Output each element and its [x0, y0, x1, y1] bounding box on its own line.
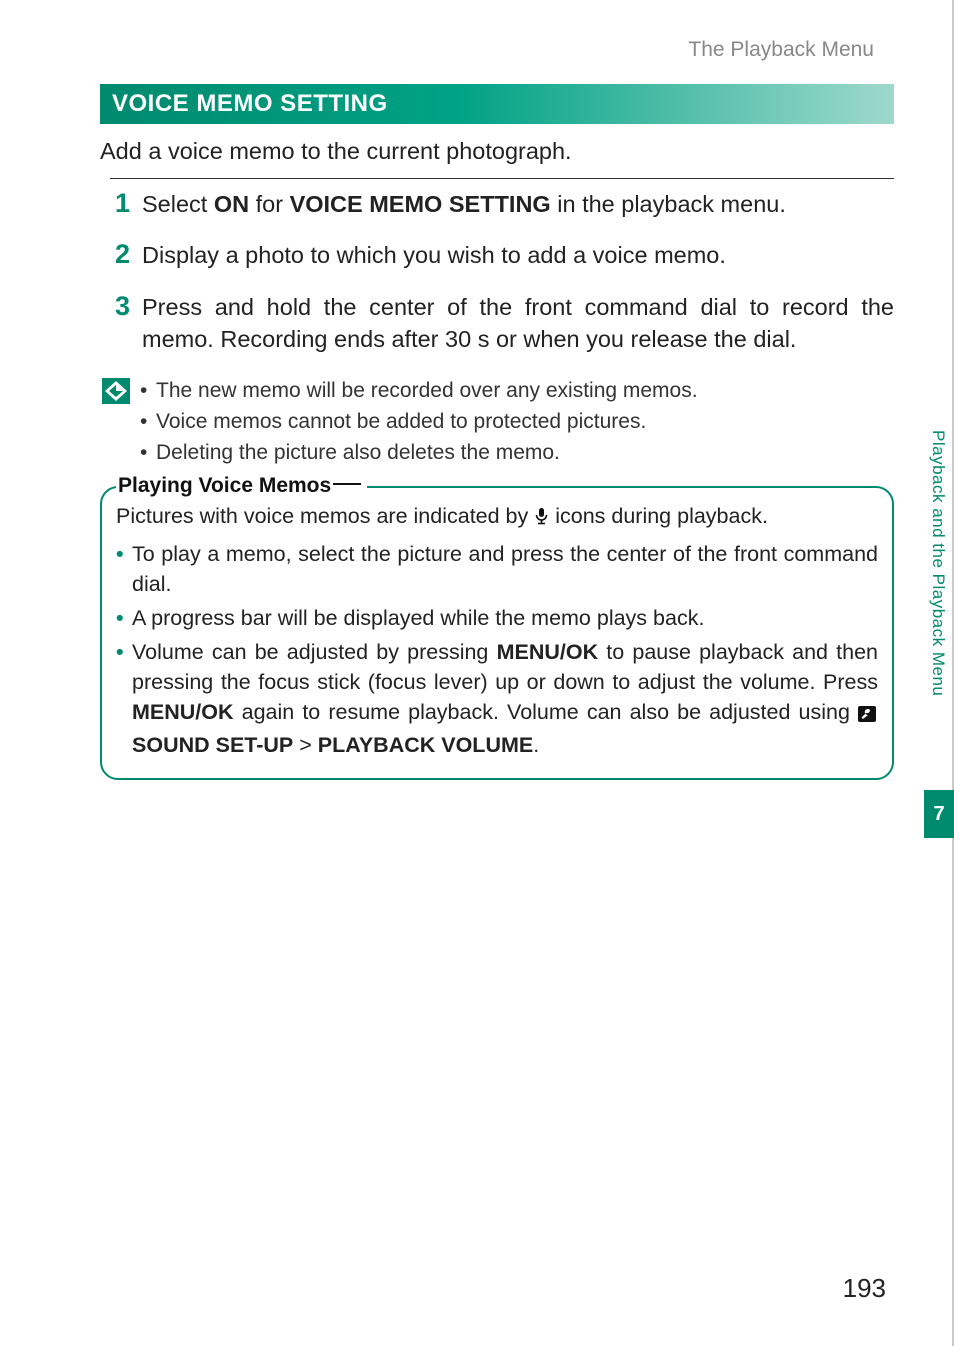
note-item: The new memo will be recorded over any e…	[140, 376, 698, 405]
step-number: 1	[110, 189, 130, 217]
note-item: Voice memos cannot be added to protected…	[140, 407, 698, 436]
side-tab: Playback and the Playback Menu 7	[920, 0, 954, 1346]
step-text: Select ON for VOICE MEMO SETTING in the …	[142, 189, 786, 221]
wrench-icon	[858, 700, 876, 730]
tip-lead: Pictures with voice memos are indicated …	[116, 502, 878, 533]
divider-rule	[110, 178, 894, 179]
steps-list: 1 Select ON for VOICE MEMO SETTING in th…	[100, 189, 894, 356]
note-diamond-icon	[102, 378, 130, 404]
tip-item: A progress bar will be displayed while t…	[116, 603, 878, 633]
chapter-tab: 7	[924, 790, 954, 838]
tip-box: Playing Voice Memos Pictures with voice …	[100, 486, 894, 781]
section-title-bar: VOICE MEMO SETTING	[100, 84, 894, 124]
tip-list: To play a memo, select the picture and p…	[116, 539, 878, 761]
step-number: 3	[110, 292, 130, 320]
note-block: The new memo will be recorded over any e…	[102, 376, 894, 470]
side-section-label: Playback and the Playback Menu	[928, 430, 948, 696]
note-item: Deleting the picture also deletes the me…	[140, 438, 698, 467]
note-list: The new memo will be recorded over any e…	[140, 376, 698, 470]
step-text: Display a photo to which you wish to add…	[142, 240, 726, 272]
tip-item: To play a memo, select the picture and p…	[116, 539, 878, 599]
step-number: 2	[110, 240, 130, 268]
step-item: 3 Press and hold the center of the front…	[110, 292, 894, 355]
step-item: 1 Select ON for VOICE MEMO SETTING in th…	[110, 189, 894, 221]
step-text: Press and hold the center of the front c…	[142, 292, 894, 355]
page-number: 193	[843, 1273, 886, 1304]
running-head: The Playback Menu	[100, 38, 894, 62]
microphone-icon	[534, 504, 549, 533]
tip-title: Playing Voice Memos	[116, 474, 367, 498]
manual-page: The Playback Menu VOICE MEMO SETTING Add…	[0, 0, 954, 1346]
tip-item: Volume can be adjusted by pressing MENU/…	[116, 637, 878, 760]
section-intro: Add a voice memo to the current photogra…	[100, 136, 894, 168]
step-item: 2 Display a photo to which you wish to a…	[110, 240, 894, 272]
